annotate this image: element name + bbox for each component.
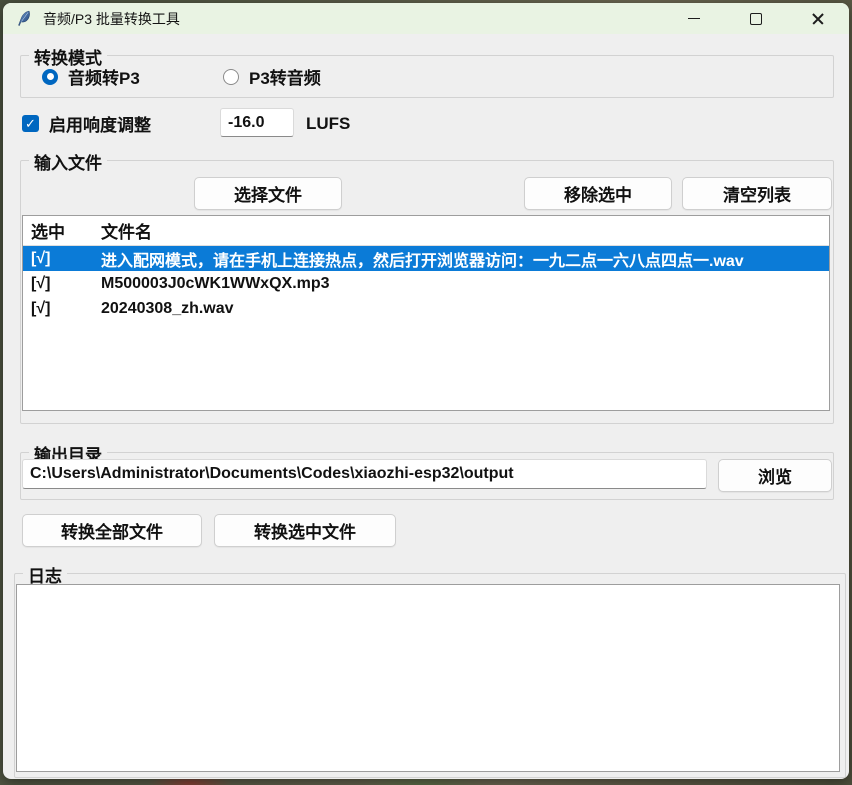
minimize-button[interactable] bbox=[663, 3, 725, 34]
radio-selected-icon bbox=[42, 69, 58, 85]
loudness-checkbox[interactable]: 启用响度调整 bbox=[22, 111, 151, 136]
file-list-table: 选中 文件名 [√] 进入配网模式，请在手机上连接热点，然后打开浏览器访问：一九… bbox=[22, 215, 830, 411]
row-checked-cell: [√] bbox=[23, 300, 95, 318]
select-files-button[interactable]: 选择文件 bbox=[194, 177, 342, 210]
radio-unselected-icon bbox=[223, 69, 239, 85]
lufs-unit-label: LUFS bbox=[306, 114, 350, 134]
radio-audio-to-p3-label: 音频转P3 bbox=[68, 64, 140, 89]
tk-feather-app-icon bbox=[16, 10, 33, 27]
file-table-header: 选中 文件名 bbox=[23, 216, 829, 246]
browse-button[interactable]: 浏览 bbox=[718, 459, 832, 492]
clear-list-button[interactable]: 清空列表 bbox=[682, 177, 832, 210]
maximize-icon bbox=[750, 13, 762, 25]
table-row[interactable]: [√] M500003J0cWK1WWxQX.mp3 bbox=[23, 271, 829, 296]
window-title: 音频/P3 批量转换工具 bbox=[43, 9, 180, 29]
radio-p3-to-audio[interactable]: P3转音频 bbox=[223, 64, 321, 89]
output-dir-input[interactable] bbox=[22, 459, 707, 489]
close-icon bbox=[811, 12, 825, 26]
convert-all-button[interactable]: 转换全部文件 bbox=[22, 514, 202, 547]
convert-selected-button[interactable]: 转换选中文件 bbox=[214, 514, 396, 547]
log-textarea[interactable] bbox=[16, 584, 840, 772]
app-window: 音频/P3 批量转换工具 转换模式 音频转P3 bbox=[3, 3, 849, 779]
loudness-checkbox-label: 启用响度调整 bbox=[49, 111, 151, 136]
minimize-icon bbox=[688, 18, 700, 19]
desktop-background: 音频/P3 批量转换工具 转换模式 音频转P3 bbox=[0, 0, 852, 785]
column-header-filename[interactable]: 文件名 bbox=[95, 218, 829, 243]
column-header-checked[interactable]: 选中 bbox=[23, 218, 95, 243]
checkbox-checked-icon bbox=[22, 115, 39, 132]
row-checked-cell: [√] bbox=[23, 275, 95, 293]
caption-buttons bbox=[663, 3, 849, 34]
close-button[interactable] bbox=[787, 3, 849, 34]
loudness-value-input[interactable] bbox=[220, 108, 294, 137]
mode-group: 转换模式 音频转P3 P3转音频 bbox=[20, 55, 834, 98]
title-bar: 音频/P3 批量转换工具 bbox=[3, 3, 849, 34]
row-filename-cell: M500003J0cWK1WWxQX.mp3 bbox=[95, 275, 829, 293]
radio-audio-to-p3[interactable]: 音频转P3 bbox=[42, 64, 140, 89]
radio-p3-to-audio-label: P3转音频 bbox=[249, 64, 321, 89]
maximize-button[interactable] bbox=[725, 3, 787, 34]
table-row[interactable]: [√] 20240308_zh.wav bbox=[23, 296, 829, 321]
table-row[interactable]: [√] 进入配网模式，请在手机上连接热点，然后打开浏览器访问：一九二点一六八点四… bbox=[23, 246, 829, 271]
row-filename-cell: 进入配网模式，请在手机上连接热点，然后打开浏览器访问：一九二点一六八点四点一.w… bbox=[95, 247, 829, 271]
input-files-group-label: 输入文件 bbox=[29, 149, 107, 174]
row-checked-cell: [√] bbox=[23, 250, 95, 268]
row-filename-cell: 20240308_zh.wav bbox=[95, 300, 829, 318]
remove-selected-button[interactable]: 移除选中 bbox=[524, 177, 672, 210]
